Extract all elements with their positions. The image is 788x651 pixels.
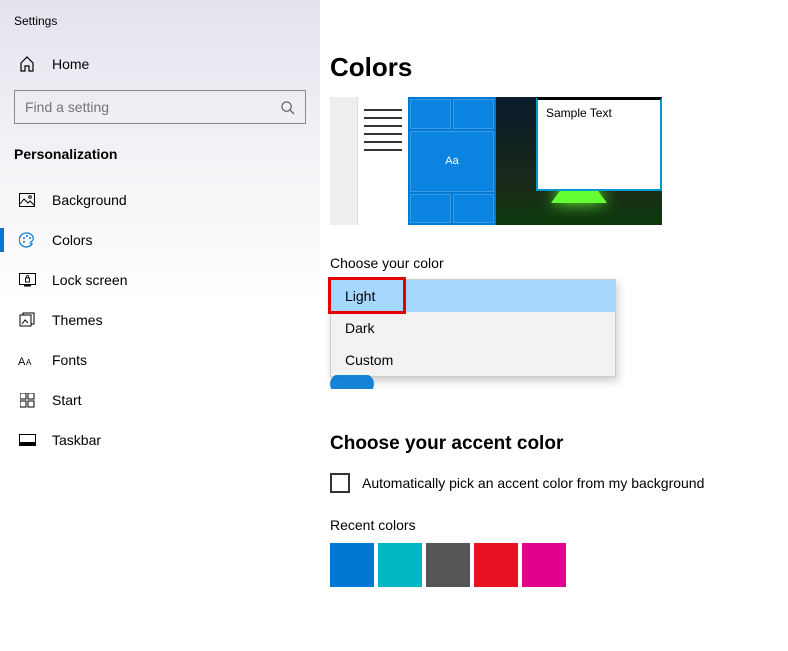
recent-colors-row xyxy=(330,543,788,587)
tile-sample-text: Aa xyxy=(410,131,494,192)
lock-screen-icon xyxy=(18,273,36,287)
sidebar-item-fonts[interactable]: AA Fonts xyxy=(0,340,320,380)
start-icon xyxy=(18,393,36,408)
sidebar-item-label: Taskbar xyxy=(52,432,101,448)
home-icon xyxy=(18,56,36,72)
fonts-icon: AA xyxy=(18,353,36,367)
choose-color-label: Choose your color xyxy=(330,255,788,271)
option-label: Light xyxy=(345,288,375,304)
color-option-dark[interactable]: Dark xyxy=(331,312,615,344)
color-swatch[interactable] xyxy=(522,543,566,587)
picture-icon xyxy=(18,193,36,207)
sidebar-item-label: Themes xyxy=(52,312,103,328)
option-label: Dark xyxy=(345,320,375,336)
taskbar-icon xyxy=(18,434,36,446)
sidebar-item-label: Background xyxy=(52,192,127,208)
color-option-light[interactable]: Light xyxy=(331,280,615,312)
color-swatch[interactable] xyxy=(378,543,422,587)
auto-pick-label: Automatically pick an accent color from … xyxy=(362,475,704,491)
themes-icon xyxy=(18,312,36,328)
sidebar-item-label: Fonts xyxy=(52,352,87,368)
palette-icon xyxy=(18,232,36,248)
auto-pick-row[interactable]: Automatically pick an accent color from … xyxy=(330,473,788,493)
search-input[interactable] xyxy=(25,99,265,115)
sidebar-item-start[interactable]: Start xyxy=(0,380,320,420)
sidebar-item-label: Start xyxy=(52,392,82,408)
sidebar: Settings Home Personalization Background xyxy=(0,0,320,651)
home-label: Home xyxy=(52,56,89,72)
sidebar-item-colors[interactable]: Colors xyxy=(0,220,320,260)
sidebar-item-label: Lock screen xyxy=(52,272,127,288)
checkbox-icon[interactable] xyxy=(330,473,350,493)
section-title: Personalization xyxy=(0,142,320,180)
sidebar-item-background[interactable]: Background xyxy=(0,180,320,220)
svg-text:A: A xyxy=(26,358,32,367)
preview-row: Aa Sample Text xyxy=(330,97,788,225)
sidebar-item-taskbar[interactable]: Taskbar xyxy=(0,420,320,460)
color-swatch[interactable] xyxy=(426,543,470,587)
svg-text:A: A xyxy=(18,356,26,367)
option-label: Custom xyxy=(345,352,393,368)
color-swatch[interactable] xyxy=(330,543,374,587)
sidebar-item-label: Colors xyxy=(52,232,92,248)
preview-dark[interactable]: Sample Text xyxy=(496,97,662,225)
recent-colors-label: Recent colors xyxy=(330,517,788,533)
search-box[interactable] xyxy=(14,90,306,124)
color-swatch[interactable] xyxy=(474,543,518,587)
app-title: Settings xyxy=(0,10,320,46)
toggle-switch[interactable] xyxy=(330,375,374,389)
sidebar-item-lock-screen[interactable]: Lock screen xyxy=(0,260,320,300)
sidebar-item-themes[interactable]: Themes xyxy=(0,300,320,340)
preview-light[interactable]: Aa xyxy=(330,97,496,225)
home-nav[interactable]: Home xyxy=(0,46,320,82)
color-mode-dropdown[interactable]: Light Dark Custom xyxy=(330,279,616,377)
accent-heading: Choose your accent color xyxy=(330,433,788,455)
toggle-partially-hidden xyxy=(330,375,788,389)
settings-window: Settings Home Personalization Background xyxy=(0,0,788,651)
main-content: Colors Aa Sample Text Choose yo xyxy=(320,0,788,651)
sample-window: Sample Text xyxy=(536,97,662,191)
page-title: Colors xyxy=(330,14,788,97)
sample-text-label: Sample Text xyxy=(546,106,612,120)
color-option-custom[interactable]: Custom xyxy=(331,344,615,376)
search-icon xyxy=(280,100,295,115)
